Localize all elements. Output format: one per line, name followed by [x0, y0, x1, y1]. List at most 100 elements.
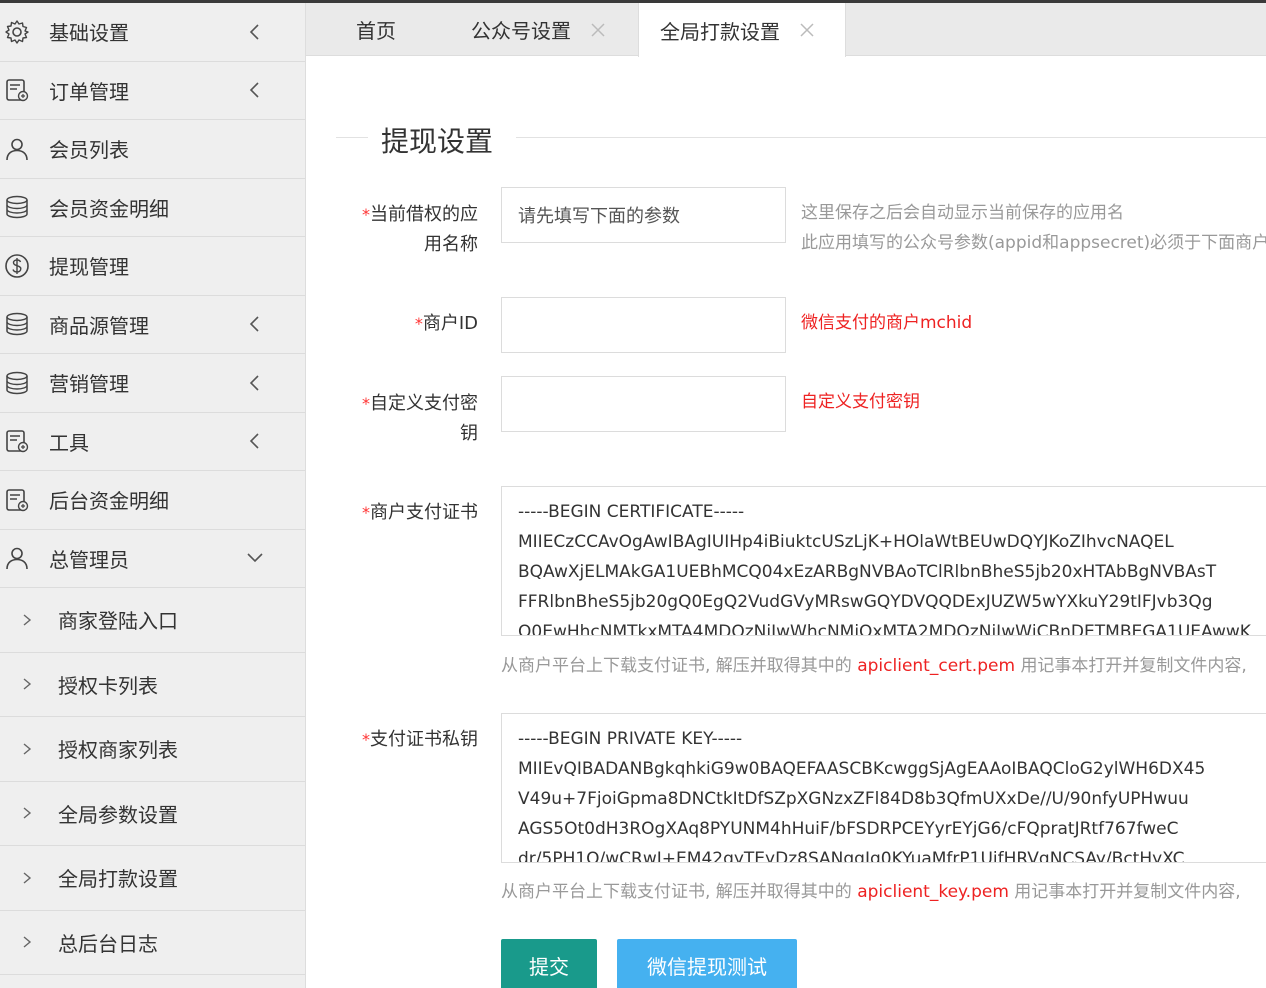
sidebar-item[interactable]: 会员资金明细 — [0, 179, 305, 237]
sidebar-subitem[interactable]: 总后台日志 — [0, 911, 305, 975]
tab-home[interactable]: 首页 — [356, 3, 396, 56]
tab-bar: 首页 公众号设置 全局打款设置 — [306, 3, 1266, 57]
sidebar-item[interactable]: 总管理员 — [0, 530, 305, 588]
mchid-label: *商户ID — [306, 309, 478, 339]
mchid-input[interactable] — [501, 297, 786, 353]
app-name-label: *当前借权的应 用名称 — [306, 200, 478, 260]
label-text: 用名称 — [424, 234, 478, 255]
sidebar-item[interactable]: 后台资金明细 — [0, 471, 305, 530]
tab-label: 首页 — [356, 19, 396, 43]
sidebar-item[interactable]: 提现管理 — [0, 237, 305, 296]
note-text: 从商户平台上下载支付证书, 解压并取得其中的 — [501, 882, 852, 902]
tab-label: 公众号设置 — [471, 19, 571, 43]
note-text: 从商户平台上下载支付证书, 解压并取得其中的 — [501, 656, 852, 676]
sidebar-subitem-label: 总后台日志 — [58, 931, 158, 956]
private-key-label: *支付证书私钥 — [306, 725, 478, 755]
required-mark: * — [362, 394, 370, 413]
database-icon — [4, 370, 30, 396]
label-text: 钥 — [460, 423, 478, 444]
sidebar-menu: 基础设置订单管理会员列表会员资金明细 提现管理商品源管理营销管理工具后台资金明细总… — [0, 3, 305, 588]
sidebar-subitem-label: 全局打款设置 — [58, 867, 178, 892]
close-icon[interactable] — [800, 23, 814, 37]
close-icon[interactable] — [591, 22, 605, 37]
sidebar-item[interactable]: 基础设置 — [0, 3, 305, 62]
chevron-left-icon — [246, 23, 264, 41]
app-name-hint-2: 此应用填写的公众号参数(appid和appsecret)必须于下面商户 — [801, 233, 1266, 253]
chevron-down-icon — [246, 549, 264, 567]
sidebar-item-label: 商品源管理 — [49, 313, 149, 338]
chevron-right-icon — [20, 871, 34, 885]
required-mark: * — [362, 503, 370, 522]
sidebar-subitem-label: 全局参数设置 — [58, 802, 178, 827]
sidebar-item-label: 工具 — [49, 430, 89, 455]
label-text: 商户ID — [422, 313, 478, 334]
app-name-hint: 这里保存之后会自动显示当前保存的应用名 — [801, 203, 1124, 223]
chevron-left-icon — [246, 432, 264, 450]
label-text: 商户支付证书 — [370, 502, 478, 523]
sidebar-subitem-label: 授权卡列表 — [58, 673, 158, 698]
tab-label: 全局打款设置 — [660, 19, 780, 44]
sidebar-submenu: 商家登陆入口 授权卡列表授权商家列表 全局参数设置 全局打款设置 总后台日志 — [0, 588, 305, 975]
required-mark: * — [362, 730, 370, 749]
chevron-right-icon — [20, 677, 34, 691]
mchid-hint: 微信支付的商户mchid — [801, 313, 973, 333]
paykey-input[interactable] — [501, 376, 786, 432]
paykey-hint: 自定义支付密钥 — [801, 392, 920, 412]
private-key-note: 从商户平台上下载支付证书, 解压并取得其中的 apiclient_key.pem… — [501, 877, 1241, 902]
wechat-withdraw-test-button[interactable]: 微信提现测试 — [617, 939, 797, 988]
document-icon — [4, 428, 30, 454]
label-text: 自定义支付密 — [370, 393, 478, 414]
sidebar: 基础设置订单管理会员列表会员资金明细 提现管理商品源管理营销管理工具后台资金明细总… — [0, 3, 306, 988]
submit-button[interactable]: 提交 — [501, 939, 597, 988]
sidebar-item-label: 会员列表 — [49, 138, 129, 163]
label-text: 支付证书私钥 — [370, 729, 478, 750]
sidebar-subitem[interactable]: 授权卡列表 — [0, 653, 305, 717]
sidebar-item-label: 后台资金明细 — [49, 489, 169, 514]
sidebar-item-label: 总管理员 — [49, 547, 129, 572]
sidebar-item[interactable]: 会员列表 — [0, 120, 305, 179]
note-filename: apiclient_cert.pem — [857, 656, 1016, 676]
sidebar-item-label: 订单管理 — [49, 79, 129, 104]
section-title: 提现设置 — [381, 125, 494, 158]
sidebar-item-label: 提现管理 — [49, 255, 129, 280]
user-icon — [4, 545, 30, 571]
database-icon — [4, 311, 30, 337]
sidebar-subitem[interactable]: 授权商家列表 — [0, 717, 305, 782]
chevron-right-icon — [20, 742, 34, 756]
sidebar-subitem[interactable]: 全局打款设置 — [0, 846, 305, 911]
chevron-left-icon — [246, 374, 264, 392]
chevron-right-icon — [20, 613, 34, 627]
required-mark: * — [414, 314, 423, 333]
sidebar-item-label: 营销管理 — [49, 372, 129, 397]
private-key-textarea[interactable]: -----BEGIN PRIVATE KEY----- MIIEvQIBADAN… — [501, 713, 1266, 863]
chevron-right-icon — [20, 935, 34, 949]
chevron-right-icon — [20, 806, 34, 820]
sidebar-item[interactable]: 营销管理 — [0, 354, 305, 413]
cert-label: *商户支付证书 — [306, 498, 478, 528]
sidebar-subitem-label: 授权商家列表 — [58, 738, 178, 763]
paykey-label: *自定义支付密 钥 — [306, 389, 478, 449]
gear-icon — [4, 19, 30, 45]
label-text: 当前借权的应 — [370, 204, 478, 225]
sidebar-item-label: 会员资金明细 — [49, 196, 169, 221]
note-text: 用记事本打开并复制文件内容, — [1014, 882, 1241, 902]
sidebar-item[interactable]: 订单管理 — [0, 62, 305, 120]
tab-global-payout-settings[interactable]: 全局打款设置 — [638, 3, 846, 57]
cert-textarea[interactable]: -----BEGIN CERTIFICATE----- MIIECzCCAvOg… — [501, 486, 1266, 636]
legend-divider-right — [516, 137, 1266, 138]
database-icon — [4, 194, 30, 220]
dollar-icon — [4, 253, 30, 279]
note-filename: apiclient_key.pem — [857, 882, 1009, 902]
sidebar-item[interactable]: 工具 — [0, 413, 305, 471]
cert-note: 从商户平台上下载支付证书, 解压并取得其中的 apiclient_cert.pe… — [501, 651, 1247, 676]
sidebar-item[interactable]: 商品源管理 — [0, 296, 305, 354]
sidebar-subitem[interactable]: 商家登陆入口 — [0, 588, 305, 653]
sidebar-item-label: 基础设置 — [49, 21, 129, 46]
sidebar-subitem-label: 商家登陆入口 — [58, 609, 178, 634]
app-name-input[interactable] — [501, 187, 786, 243]
sidebar-subitem[interactable]: 全局参数设置 — [0, 782, 305, 846]
chevron-left-icon — [246, 315, 264, 333]
note-text: 用记事本打开并复制文件内容, — [1020, 656, 1247, 676]
tab-official-account-settings[interactable]: 公众号设置 — [471, 3, 605, 56]
document-icon — [4, 77, 30, 103]
